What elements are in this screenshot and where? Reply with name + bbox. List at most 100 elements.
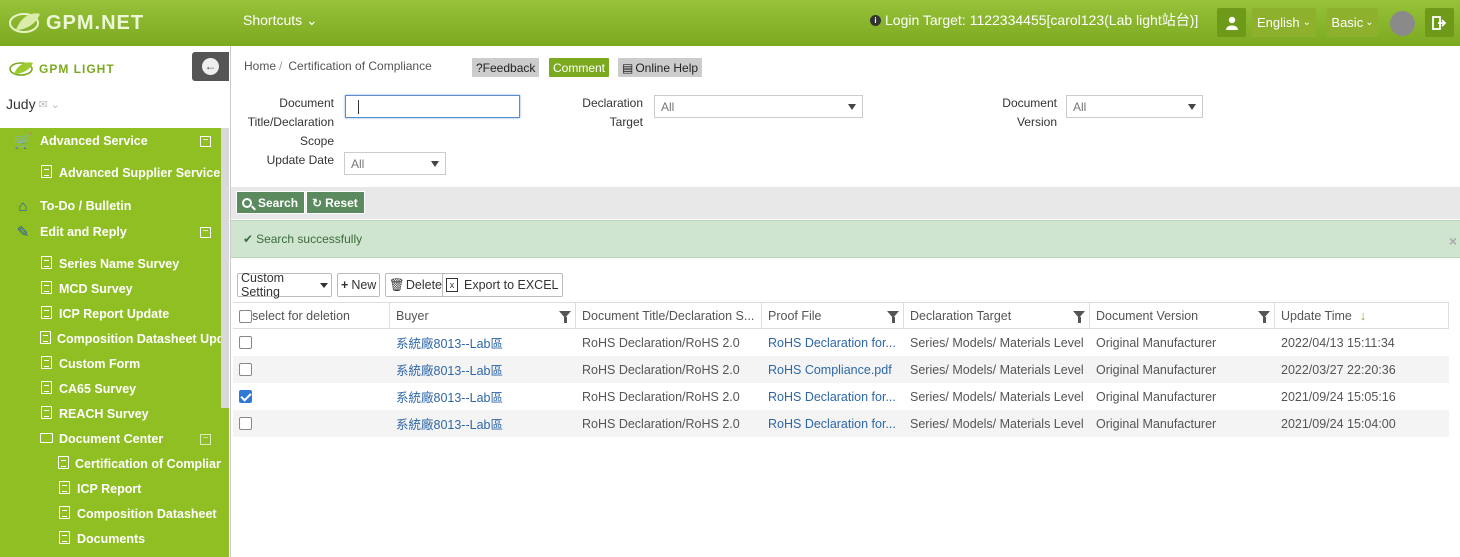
sidebar-item-icp-report-update[interactable]: ICP Report Update bbox=[0, 304, 221, 324]
brand-name: GPM.NET bbox=[46, 11, 145, 34]
doc-title-input[interactable] bbox=[345, 95, 520, 118]
filter-icon[interactable] bbox=[559, 311, 571, 323]
document-icon bbox=[41, 165, 52, 178]
language-dropdown[interactable]: English ⌄ bbox=[1252, 8, 1316, 37]
cell-title: RoHS Declaration/RoHS 2.0 bbox=[582, 389, 740, 404]
new-button[interactable]: + New bbox=[337, 273, 381, 297]
cell-proof[interactable]: RoHS Declaration for... bbox=[762, 329, 904, 356]
row-checkbox[interactable] bbox=[239, 336, 252, 349]
cell-buyer[interactable]: 系統廠8013--Lab區 bbox=[390, 329, 576, 356]
table-row[interactable]: 系統廠8013--Lab區 RoHS Declaration/RoHS 2.0 Ro… bbox=[233, 329, 1449, 356]
column-document-title[interactable]: Document Title/Declaration S... bbox=[576, 303, 762, 329]
logout-button[interactable] bbox=[1425, 8, 1454, 37]
sidebar-item-todo-bulletin[interactable]: ⌂ To-Do / Bulletin bbox=[0, 196, 221, 216]
cell-buyer[interactable]: 系統廠8013--Lab區 bbox=[390, 410, 576, 437]
column-buyer[interactable]: Buyer bbox=[390, 303, 576, 329]
sidebar-item-custom-form[interactable]: Custom Form bbox=[0, 354, 221, 374]
sidebar-item-composition-datasheet[interactable]: Composition Datasheet bbox=[0, 504, 221, 524]
online-help-button[interactable]: ▤ Online Help bbox=[618, 58, 703, 77]
column-declaration-target[interactable]: Declaration Target bbox=[904, 303, 1090, 329]
success-alert: ✔ Search successfully × bbox=[231, 220, 1460, 258]
envelope-icon: ✉ bbox=[38, 98, 48, 111]
reset-button[interactable]: ↻ Reset bbox=[306, 191, 365, 214]
check-icon: ✔ bbox=[243, 232, 254, 246]
cell-target: Series/ Models/ Materials Level bbox=[910, 389, 1084, 404]
table-row[interactable]: 系統廠8013--Lab區 RoHS Declaration/RoHS 2.0 Ro… bbox=[233, 410, 1449, 437]
grid-header: select for deletion Buyer Document Title… bbox=[233, 303, 1449, 329]
grid-toolbar: Custom Setting + New 🗑 Delete x Export t… bbox=[231, 268, 1460, 302]
breadcrumb-home[interactable]: Home bbox=[244, 59, 276, 73]
user-menu[interactable]: Judy ✉ ⌄ bbox=[6, 96, 60, 112]
sidebar-collapse-button[interactable]: ← bbox=[192, 52, 229, 81]
update-date-select[interactable]: All bbox=[344, 152, 446, 175]
declaration-target-label: Declaration Target bbox=[582, 96, 643, 129]
cell-buyer[interactable]: 系統廠8013--Lab區 bbox=[390, 383, 576, 410]
excel-icon: x bbox=[446, 278, 458, 292]
sidebar-item-series-name-survey[interactable]: Series Name Survey bbox=[0, 254, 221, 274]
column-document-version[interactable]: Document Version bbox=[1090, 303, 1275, 329]
sidebar-item-ca65-survey[interactable]: CA65 Survey bbox=[0, 379, 221, 399]
export-excel-button[interactable]: x Export to EXCEL bbox=[442, 273, 563, 297]
brand-logo[interactable]: GPM.NET bbox=[8, 8, 144, 38]
login-target-value: 1122334455[carol123(Lab light站台)] bbox=[969, 12, 1199, 28]
sidebar-item-advanced-supplier-service[interactable]: Advanced Supplier Service bbox=[0, 163, 221, 183]
leaf-logo-icon bbox=[9, 13, 40, 33]
column-proof-file[interactable]: Proof File bbox=[762, 303, 904, 329]
sidebar-scrollbar[interactable] bbox=[221, 128, 229, 408]
globe-icon[interactable] bbox=[1390, 11, 1415, 36]
select-all-checkbox[interactable] bbox=[239, 309, 252, 323]
login-label: Login Target: bbox=[885, 12, 966, 28]
sidebar-item-documents[interactable]: Documents bbox=[0, 529, 221, 549]
comment-button[interactable]: Comment bbox=[549, 58, 610, 77]
shortcuts-menu[interactable]: Shortcuts ⌄ bbox=[243, 12, 318, 29]
arrow-left-icon: ← bbox=[202, 58, 219, 75]
level-dropdown[interactable]: Basic ⌄ bbox=[1327, 8, 1378, 37]
row-checkbox[interactable] bbox=[239, 417, 252, 430]
book-icon: ▤ bbox=[622, 60, 634, 75]
collapse-icon[interactable]: − bbox=[200, 226, 211, 238]
close-icon[interactable]: × bbox=[1449, 233, 1457, 249]
custom-setting-dropdown[interactable]: Custom Setting bbox=[237, 271, 332, 299]
sidebar-item-document-center[interactable]: Document Center − bbox=[0, 429, 221, 449]
table-row[interactable]: 系統廠8013--Lab區 RoHS Declaration/RoHS 2.0 Ro… bbox=[233, 356, 1449, 383]
sidebar-item-certification-of-compliance[interactable]: Certification of Compliance bbox=[0, 454, 221, 474]
feedback-button[interactable]: ?Feedback bbox=[472, 58, 540, 77]
collapse-icon[interactable]: − bbox=[200, 135, 211, 147]
sidebar-item-composition-datasheet-update[interactable]: Composition Datasheet Update bbox=[0, 329, 221, 349]
row-select-cell bbox=[233, 383, 390, 410]
column-update-time[interactable]: Update Time ↓ bbox=[1275, 303, 1449, 329]
cell-time: 2021/09/24 15:04:00 bbox=[1281, 416, 1396, 431]
cell-proof[interactable]: RoHS Declaration for... bbox=[762, 410, 904, 437]
declaration-target-select[interactable]: All bbox=[654, 95, 863, 118]
search-button[interactable]: Search bbox=[236, 191, 306, 214]
document-version-label: Document Version bbox=[1002, 96, 1057, 129]
document-icon bbox=[41, 406, 52, 419]
filter-icon[interactable] bbox=[887, 311, 899, 323]
cell-title: RoHS Declaration/RoHS 2.0 bbox=[582, 416, 740, 431]
sidebar-menu: 🛒 Advanced Service − Advanced Supplier S… bbox=[0, 128, 229, 557]
document-icon bbox=[59, 531, 70, 544]
sidebar-item-advanced-service[interactable]: 🛒 Advanced Service − bbox=[0, 131, 221, 151]
document-icon bbox=[41, 381, 52, 394]
cell-version: Original Manufacturer bbox=[1096, 416, 1217, 431]
cell-proof[interactable]: RoHS Declaration for... bbox=[762, 383, 904, 410]
delete-button[interactable]: 🗑 Delete bbox=[385, 273, 447, 297]
cell-buyer[interactable]: 系統廠8013--Lab區 bbox=[390, 356, 576, 383]
collapse-icon[interactable]: − bbox=[200, 433, 211, 445]
filter-icon[interactable] bbox=[1258, 311, 1270, 323]
info-icon: i bbox=[870, 14, 881, 26]
row-select-cell bbox=[233, 356, 390, 383]
sidebar-item-icp-report[interactable]: ICP Report bbox=[0, 479, 221, 499]
sidebar-item-edit-and-reply[interactable]: ✎ Edit and Reply − bbox=[0, 222, 221, 242]
filter-icon[interactable] bbox=[1073, 311, 1085, 323]
cell-proof[interactable]: RoHS Compliance.pdf bbox=[762, 356, 904, 383]
document-version-select[interactable]: All bbox=[1066, 95, 1203, 118]
sidebar-item-mcd-survey[interactable]: MCD Survey bbox=[0, 279, 221, 299]
breadcrumb-separator: / bbox=[279, 59, 283, 73]
table-row[interactable]: 系統廠8013--Lab區 RoHS Declaration/RoHS 2.0 Ro… bbox=[233, 383, 1449, 410]
row-checkbox[interactable] bbox=[239, 363, 252, 376]
row-checkbox[interactable] bbox=[239, 390, 252, 403]
user-profile-button[interactable] bbox=[1217, 8, 1246, 37]
reset-icon: ↻ bbox=[312, 195, 323, 210]
sidebar-item-reach-survey[interactable]: REACH Survey bbox=[0, 404, 221, 424]
